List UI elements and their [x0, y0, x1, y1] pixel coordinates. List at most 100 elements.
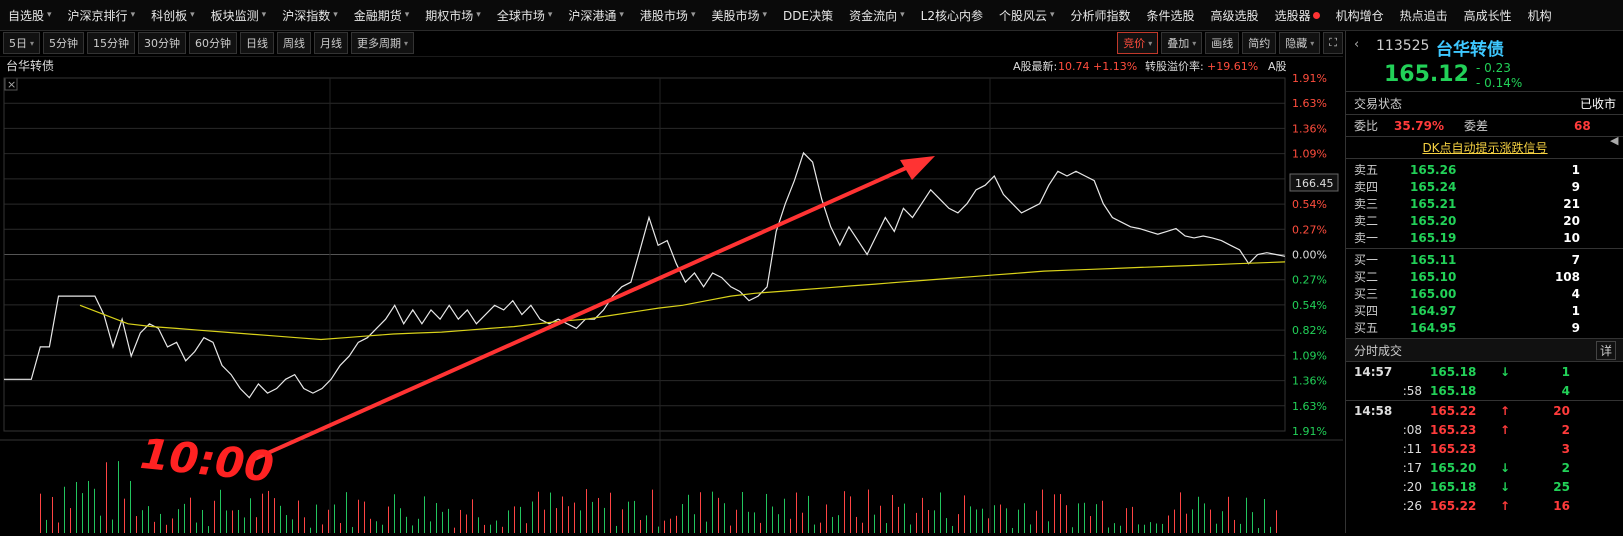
volume-bar — [916, 512, 917, 533]
ticks-list: 14:57 165.18 ↓ 1:58 165.18 4 14:58 165.22 ↑ 20:08… — [1346, 362, 1623, 515]
menu-item-7[interactable]: 全球市场 ▾ — [489, 0, 561, 30]
menu-item-0[interactable]: 自选股 ▾ — [0, 0, 60, 30]
menu-item-9[interactable]: 港股市场 ▾ — [632, 0, 704, 30]
volume-bar — [1240, 523, 1241, 533]
period-button-1[interactable]: 5分钟 — [43, 32, 85, 54]
order-row[interactable]: 买二 165.10 108 — [1346, 268, 1623, 285]
order-row[interactable]: 卖五 165.26 1 — [1346, 161, 1623, 178]
volume-bar — [730, 525, 731, 533]
order-row[interactable]: 卖一 165.19 10 — [1346, 229, 1623, 246]
volume-bar — [796, 492, 797, 533]
order-row[interactable]: 买四 164.97 1 — [1346, 302, 1623, 319]
side-scroll-strip[interactable]: ◀ — [1610, 131, 1622, 151]
volume-bar — [514, 506, 515, 533]
signal-row[interactable]: DK点自动提示涨跌信号 — [1346, 137, 1623, 159]
intraday-chart-svg[interactable]: 台华转债 A股最新: 10.74 +1.13% 转股溢价率: +19.61% A… — [0, 55, 1343, 533]
tool-button-0[interactable]: 竞价 ▾ — [1117, 32, 1159, 54]
period-button-3[interactable]: 30分钟 — [138, 32, 187, 54]
caret-down-icon: ▾ — [261, 10, 267, 20]
menu-item-18[interactable]: 选股器 — [1267, 0, 1328, 30]
axis-tick-label: 0.27% — [1292, 274, 1327, 287]
order-row[interactable]: 卖二 165.20 20 — [1346, 212, 1623, 229]
volume-bar — [100, 515, 101, 533]
volume-bar — [598, 497, 599, 533]
volume-bar — [58, 522, 59, 533]
volume-bar — [142, 510, 143, 533]
menu-item-13[interactable]: L2核心内参 — [913, 0, 991, 30]
period-button-8[interactable]: 更多周期 ▾ — [351, 32, 415, 54]
menu-item-8[interactable]: 沪深港通 ▾ — [560, 0, 632, 30]
volume-bar — [208, 526, 209, 533]
menu-item-label: 高级选股 — [1210, 8, 1259, 23]
menu-item-15[interactable]: 分析师指数 — [1063, 0, 1139, 30]
menu-item-10[interactable]: 美股市场 ▾ — [703, 0, 775, 30]
volume-bar — [1066, 505, 1067, 533]
order-volume: 10 — [1563, 230, 1580, 245]
volume-bar — [130, 480, 131, 533]
axis-tick-label: 0.27% — [1292, 223, 1327, 236]
volume-bar — [118, 461, 119, 533]
scroll-up-icon[interactable]: ‹ — [1354, 37, 1359, 52]
tick-row: :20 165.18 ↓ 25 — [1346, 477, 1623, 496]
menu-item-6[interactable]: 期权市场 ▾ — [417, 0, 489, 30]
menu-item-4[interactable]: 沪深指数 ▾ — [274, 0, 346, 30]
menu-item-label: 板块监测 — [210, 8, 259, 23]
tool-button-2[interactable]: 画线 — [1205, 32, 1240, 54]
fullscreen-icon[interactable]: ⛶ — [1323, 32, 1343, 54]
intraday-chart[interactable]: 台华转债 A股最新: 10.74 +1.13% 转股溢价率: +19.61% A… — [0, 55, 1343, 533]
volume-bar — [610, 492, 611, 533]
order-row[interactable]: 卖三 165.21 21 — [1346, 195, 1623, 212]
dk-signal-link[interactable]: DK点自动提示涨跌信号 — [1422, 139, 1547, 156]
menu-item-2[interactable]: 科创板 ▾ — [143, 0, 203, 30]
menu-item-label: 全球市场 — [496, 8, 545, 23]
menu-item-3[interactable]: 板块监测 ▾ — [203, 0, 275, 30]
order-row[interactable]: 买三 165.00 4 — [1346, 285, 1623, 302]
menu-item-19[interactable]: 机构增仓 — [1328, 0, 1392, 30]
volume-bar — [550, 492, 551, 533]
menu-item-22[interactable]: 机构 — [1520, 0, 1560, 30]
menu-item-16[interactable]: 条件选股 — [1139, 0, 1203, 30]
volume-bar — [1150, 522, 1151, 533]
order-row[interactable]: 买一 165.11 7 — [1346, 251, 1623, 268]
menu-item-20[interactable]: 热点追击 — [1392, 0, 1456, 30]
menu-item-14[interactable]: 个股风云 ▾ — [991, 0, 1063, 30]
menu-item-label: 科创板 — [151, 8, 188, 23]
menu-item-5[interactable]: 金融期货 ▾ — [346, 0, 418, 30]
menu-item-11[interactable]: DDE决策 — [775, 0, 841, 30]
volume-bar — [418, 518, 419, 533]
period-button-4[interactable]: 60分钟 — [189, 32, 238, 54]
volume-bar — [544, 509, 545, 533]
tool-button-1[interactable]: 叠加 ▾ — [1161, 32, 1203, 54]
volume-bar — [862, 522, 863, 533]
volume-bar — [226, 510, 227, 533]
menu-item-1[interactable]: 沪深京排行 ▾ — [60, 0, 144, 30]
menu-item-21[interactable]: 高成长性 — [1456, 0, 1520, 30]
volume-bar — [166, 524, 167, 533]
volume-bar — [382, 524, 383, 533]
period-label: 日线 — [246, 37, 269, 50]
order-row[interactable]: 卖四 165.24 9 — [1346, 178, 1623, 195]
volume-bar — [1108, 527, 1109, 533]
menu-item-12[interactable]: 资金流向 ▾ — [841, 0, 913, 30]
period-button-7[interactable]: 月线 — [314, 32, 349, 54]
ticks-detail-button[interactable]: 详 — [1595, 340, 1616, 360]
order-row[interactable]: 买五 164.95 9 — [1346, 319, 1623, 336]
volume-bar — [868, 489, 869, 533]
volume-bar — [346, 492, 347, 533]
period-button-6[interactable]: 周线 — [277, 32, 312, 54]
volume-bar — [502, 526, 503, 533]
volume-bar — [280, 505, 281, 533]
period-button-2[interactable]: 15分钟 — [87, 32, 136, 54]
volume-bar — [136, 516, 137, 533]
period-button-5[interactable]: 日线 — [240, 32, 275, 54]
tool-button-3[interactable]: 简约 — [1242, 32, 1277, 54]
tool-button-4[interactable]: 隐藏 ▾ — [1279, 32, 1321, 54]
menu-item-17[interactable]: 高级选股 — [1203, 0, 1267, 30]
menu-item-label: 高成长性 — [1463, 8, 1512, 23]
tick-volume: 20 — [1553, 403, 1570, 418]
period-button-0[interactable]: 5日 ▾ — [3, 32, 41, 54]
volume-bar — [1192, 509, 1193, 533]
a-share-label: A股最新: — [1013, 59, 1057, 73]
volume-bar — [1102, 500, 1103, 533]
volume-bar — [1006, 508, 1007, 533]
